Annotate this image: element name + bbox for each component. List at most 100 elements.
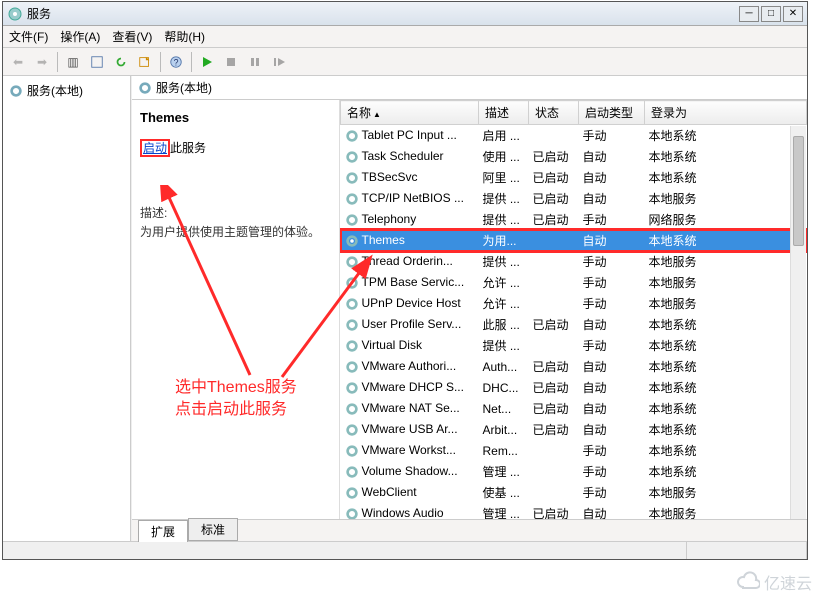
table-row[interactable]: TCP/IP NetBIOS ...提供 ...已启动自动本地服务 — [341, 188, 807, 209]
table-row[interactable]: Volume Shadow...管理 ...手动本地系统 — [341, 461, 807, 482]
start-service-link[interactable]: 启动 — [140, 139, 170, 157]
cell-desc: Net... — [479, 398, 529, 419]
table-row[interactable]: UPnP Device Host允许 ...手动本地服务 — [341, 293, 807, 314]
col-startup[interactable]: 启动类型 — [579, 101, 645, 125]
cell-status — [529, 125, 579, 147]
cell-status — [529, 293, 579, 314]
table-row[interactable]: WebClient使基 ...手动本地服务 — [341, 482, 807, 503]
sort-asc-icon: ▲ — [373, 110, 381, 119]
table-row[interactable]: Tablet PC Input ...启用 ...手动本地系统 — [341, 125, 807, 147]
titlebar[interactable]: 服务 ─ □ ✕ — [3, 2, 807, 26]
cell-desc: DHC... — [479, 377, 529, 398]
cell-startup: 自动 — [579, 356, 645, 377]
cell-status — [529, 230, 579, 251]
right-header-label: 服务(本地) — [156, 79, 212, 96]
scrollbar-thumb[interactable] — [793, 136, 804, 246]
table-row[interactable]: Telephony提供 ...已启动手动网络服务 — [341, 209, 807, 230]
col-status[interactable]: 状态 — [529, 101, 579, 125]
table-row[interactable]: VMware Authori...Auth...已启动自动本地系统 — [341, 356, 807, 377]
cell-desc: 此服 ... — [479, 314, 529, 335]
cell-name: UPnP Device Host — [341, 293, 479, 314]
table-row[interactable]: Themes为用...自动本地系统 — [341, 230, 807, 251]
table-row[interactable]: TBSecSvc阿里 ...已启动自动本地系统 — [341, 167, 807, 188]
cell-startup: 手动 — [579, 482, 645, 503]
maximize-button[interactable]: □ — [761, 6, 781, 22]
tree-root-label: 服务(本地) — [27, 82, 83, 99]
cell-desc: Rem... — [479, 440, 529, 461]
cell-desc: 为用... — [479, 230, 529, 251]
close-button[interactable]: ✕ — [783, 6, 803, 22]
cell-logon: 本地服务 — [645, 482, 807, 503]
cell-name: TBSecSvc — [341, 167, 479, 188]
show-hide-tree-button[interactable]: ▥ — [62, 51, 84, 73]
cell-desc: Arbit... — [479, 419, 529, 440]
table-row[interactable]: Virtual Disk提供 ...手动本地系统 — [341, 335, 807, 356]
table-row[interactable]: VMware Workst...Rem...手动本地系统 — [341, 440, 807, 461]
cell-startup: 手动 — [579, 440, 645, 461]
svg-text:?: ? — [174, 57, 179, 67]
service-list[interactable]: 名称▲ 描述 状态 启动类型 登录为 Tablet PC Input ...启用… — [340, 100, 807, 519]
forward-button: ➡ — [31, 51, 53, 73]
table-row[interactable]: VMware USB Ar...Arbit...已启动自动本地系统 — [341, 419, 807, 440]
start-service-button[interactable] — [196, 51, 218, 73]
col-logon[interactable]: 登录为 — [645, 101, 807, 125]
refresh-button[interactable] — [110, 51, 132, 73]
table-row[interactable]: User Profile Serv...此服 ...已启动自动本地系统 — [341, 314, 807, 335]
cell-name: VMware USB Ar... — [341, 419, 479, 440]
cell-startup: 自动 — [579, 146, 645, 167]
help-button[interactable]: ? — [165, 51, 187, 73]
cell-desc: 使基 ... — [479, 482, 529, 503]
table-row[interactable]: Thread Orderin...提供 ...手动本地服务 — [341, 251, 807, 272]
cell-status: 已启动 — [529, 419, 579, 440]
table-row[interactable]: Windows Audio管理 ...已启动自动本地服务 — [341, 503, 807, 519]
cell-name: Windows Audio — [341, 503, 479, 519]
watermark: 亿速云 — [736, 570, 812, 594]
cell-name: Task Scheduler — [341, 146, 479, 167]
tree-root-services[interactable]: 服务(本地) — [7, 80, 126, 101]
properties-button[interactable] — [86, 51, 108, 73]
restart-service-button — [268, 51, 290, 73]
cell-desc: 提供 ... — [479, 335, 529, 356]
cell-status: 已启动 — [529, 167, 579, 188]
vertical-scrollbar[interactable] — [790, 126, 806, 519]
menu-help[interactable]: 帮助(H) — [164, 28, 205, 45]
cell-logon: 本地系统 — [645, 461, 807, 482]
main-area: 服务(本地) 服务(本地) Themes 启动此服务 描述: 为用户提供使用主题… — [3, 76, 807, 541]
cell-status: 已启动 — [529, 146, 579, 167]
cell-startup: 自动 — [579, 314, 645, 335]
menu-action[interactable]: 操作(A) — [60, 28, 100, 45]
cell-logon: 本地系统 — [645, 377, 807, 398]
col-desc[interactable]: 描述 — [479, 101, 529, 125]
cell-logon: 本地系统 — [645, 398, 807, 419]
cell-logon: 本地服务 — [645, 188, 807, 209]
cell-name: Themes — [341, 230, 479, 251]
services-window: 服务 ─ □ ✕ 文件(F) 操作(A) 查看(V) 帮助(H) ⬅ ➡ ▥ ?… — [2, 1, 808, 560]
cell-name: TCP/IP NetBIOS ... — [341, 188, 479, 209]
minimize-button[interactable]: ─ — [739, 6, 759, 22]
stop-service-button — [220, 51, 242, 73]
cell-logon: 本地系统 — [645, 440, 807, 461]
cell-desc: 允许 ... — [479, 293, 529, 314]
table-row[interactable]: Task Scheduler使用 ...已启动自动本地系统 — [341, 146, 807, 167]
table-row[interactable]: VMware DHCP S...DHC...已启动自动本地系统 — [341, 377, 807, 398]
col-name[interactable]: 名称▲ — [341, 101, 479, 125]
menu-view[interactable]: 查看(V) — [112, 28, 152, 45]
tab-standard[interactable]: 标准 — [188, 518, 238, 541]
cell-status — [529, 335, 579, 356]
cell-desc: 管理 ... — [479, 503, 529, 519]
export-button[interactable] — [134, 51, 156, 73]
statusbar — [3, 541, 807, 559]
table-row[interactable]: VMware NAT Se...Net...已启动自动本地系统 — [341, 398, 807, 419]
annotation-text: 选中Themes服务 点击启动此服务 — [175, 377, 297, 422]
cell-desc: 使用 ... — [479, 146, 529, 167]
description-label: 描述: — [140, 204, 331, 221]
cell-startup: 自动 — [579, 167, 645, 188]
tab-extended[interactable]: 扩展 — [138, 520, 188, 542]
cell-desc: 阿里 ... — [479, 167, 529, 188]
cloud-icon — [736, 570, 760, 594]
cell-status — [529, 251, 579, 272]
table-row[interactable]: TPM Base Servic...允许 ...手动本地服务 — [341, 272, 807, 293]
cell-desc: Auth... — [479, 356, 529, 377]
selected-service-name: Themes — [140, 110, 331, 125]
menu-file[interactable]: 文件(F) — [9, 28, 48, 45]
